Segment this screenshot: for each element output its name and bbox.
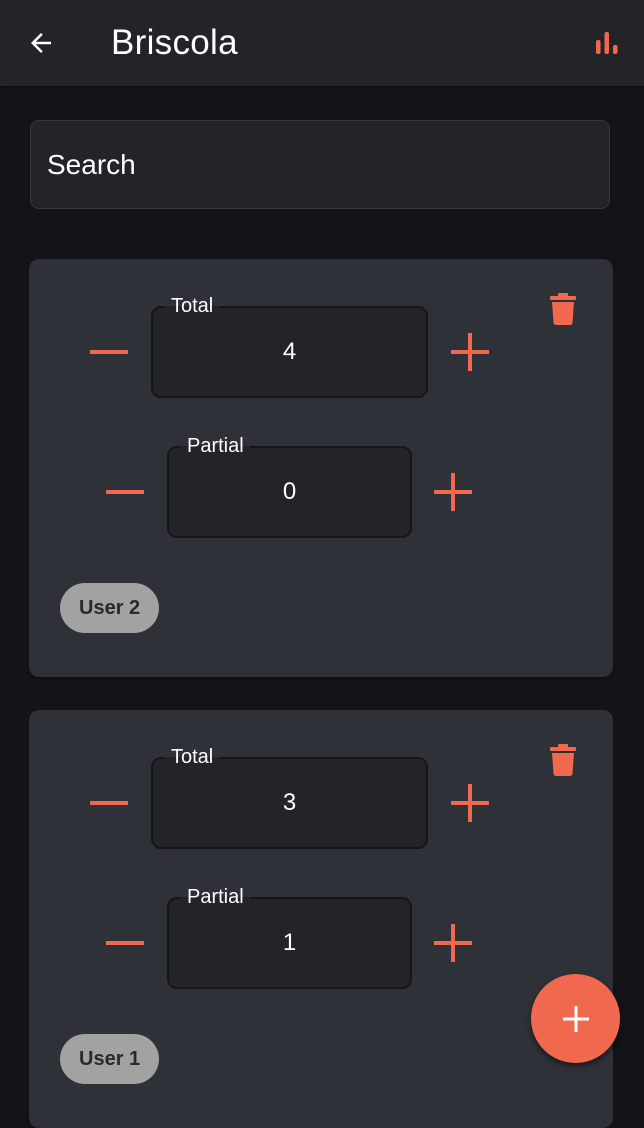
page-title: Briscola xyxy=(111,23,238,62)
minus-icon xyxy=(106,941,144,945)
plus-icon xyxy=(451,333,489,371)
trash-icon xyxy=(550,744,576,776)
partial-field[interactable]: 0 Partial xyxy=(167,433,412,538)
total-increment-button[interactable] xyxy=(444,326,496,378)
partial-decrement-button[interactable] xyxy=(99,466,151,518)
plus-icon xyxy=(562,1005,589,1032)
trash-icon xyxy=(550,293,576,325)
total-field[interactable]: 4 Total xyxy=(151,293,428,398)
minus-icon xyxy=(90,801,128,805)
player-card: 3 Total 1 Partial User 1 xyxy=(29,710,613,1128)
partial-value: 1 xyxy=(282,929,297,956)
plus-icon xyxy=(434,924,472,962)
player-card: 4 Total 0 Partial User 2 xyxy=(29,259,613,677)
total-decrement-button[interactable] xyxy=(83,326,135,378)
minus-icon xyxy=(90,350,128,354)
search-input[interactable] xyxy=(47,121,587,208)
delete-button[interactable] xyxy=(545,289,581,329)
partial-value: 0 xyxy=(282,478,297,505)
plus-icon xyxy=(434,473,472,511)
delete-button[interactable] xyxy=(545,740,581,780)
user-chip[interactable]: User 2 xyxy=(60,583,160,633)
total-field[interactable]: 3 Total xyxy=(151,744,428,849)
user-chip[interactable]: User 1 xyxy=(60,1034,160,1084)
plus-icon xyxy=(451,784,489,822)
total-increment-button[interactable] xyxy=(444,777,496,829)
search-field[interactable] xyxy=(30,120,610,209)
partial-decrement-button[interactable] xyxy=(99,917,151,969)
partial-label: Partial xyxy=(181,884,250,910)
arrow-back-icon xyxy=(31,33,51,53)
back-button[interactable] xyxy=(18,22,64,64)
bar-chart-icon xyxy=(596,32,618,54)
partial-increment-button[interactable] xyxy=(427,466,479,518)
total-decrement-button[interactable] xyxy=(83,777,135,829)
partial-field[interactable]: 1 Partial xyxy=(167,884,412,989)
app-bar: Briscola xyxy=(0,0,644,86)
total-value: 3 xyxy=(282,789,297,816)
partial-label: Partial xyxy=(181,433,250,459)
minus-icon xyxy=(106,490,144,494)
total-label: Total xyxy=(165,293,220,319)
statistics-button[interactable] xyxy=(586,22,628,64)
total-value: 4 xyxy=(282,338,297,365)
add-player-button[interactable] xyxy=(531,974,620,1063)
partial-increment-button[interactable] xyxy=(427,917,479,969)
total-label: Total xyxy=(165,744,220,770)
